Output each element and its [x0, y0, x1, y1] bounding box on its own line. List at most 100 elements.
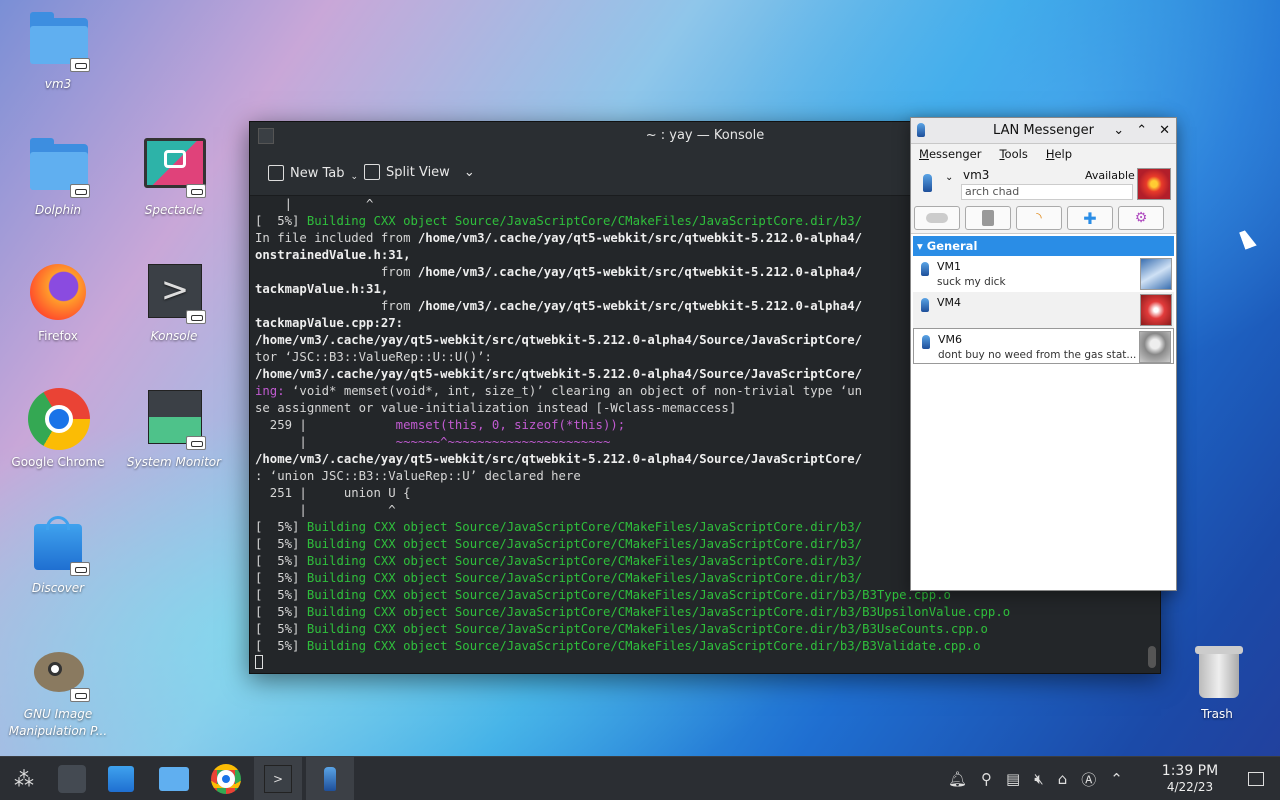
icon-label: vm3	[44, 77, 72, 91]
icon-label: Firefox	[38, 329, 78, 343]
terminal-line: [ 5%] Building CXX object Source/JavaScr…	[255, 622, 988, 636]
contact-status-icon	[921, 262, 929, 276]
scrollbar[interactable]	[1148, 646, 1156, 668]
desktop-icon-firefox[interactable]: Firefox	[3, 260, 113, 345]
icon-label: GNU Image Manipulation P...	[8, 707, 108, 738]
contact-name: VM1	[937, 260, 962, 273]
maximize-icon[interactable]: ⌃	[1136, 118, 1147, 144]
contact-row[interactable]: VM1 suck my dick	[913, 256, 1174, 292]
discover-task[interactable]	[97, 757, 145, 800]
desktop-icon-system-monitor[interactable]: System Monitor	[119, 386, 229, 471]
window-title: LAN Messenger	[993, 123, 1094, 138]
contact-row[interactable]: VM6 dont buy no weed from the gas stat..…	[913, 328, 1174, 364]
transfers-button[interactable]	[965, 206, 1011, 230]
terminal-icon: >	[264, 765, 292, 793]
rss-button[interactable]: ◝	[1016, 206, 1062, 230]
contact-avatar	[1140, 294, 1172, 326]
split-view-button[interactable]: Split View ⌄	[364, 164, 475, 180]
show-desktop-icon	[1248, 772, 1264, 786]
icon-label: Discover	[31, 581, 85, 595]
folder-icon	[159, 767, 189, 791]
terminal-line: [ 5%] Building CXX object Source/JavaScr…	[255, 605, 1011, 619]
icon-label: System Monitor	[126, 455, 222, 469]
icon-label: Spectacle	[144, 203, 204, 217]
desktop-icon-dolphin[interactable]: Dolphin	[3, 134, 113, 219]
chevron-down-icon[interactable]: ⌄	[945, 172, 953, 183]
user-status: Available	[1085, 169, 1135, 182]
folder-icon	[26, 8, 90, 72]
user-name: vm3	[963, 168, 990, 182]
system-tray: 🔔︎ ⚲ ▤ 🔇︎ ⌂ Ⓐ ⌃	[948, 757, 1123, 800]
desktop-icon-gimp[interactable]: GNU Image Manipulation P...	[3, 638, 113, 740]
konsole-app-icon	[258, 128, 274, 144]
chrome-icon	[211, 764, 241, 794]
user-avatar[interactable]	[1137, 168, 1171, 200]
lan-messenger-tray-icon[interactable]: ⚲	[981, 770, 992, 788]
camera-icon	[142, 134, 206, 198]
lan-messenger-task[interactable]	[306, 757, 354, 800]
split-view-icon	[364, 164, 380, 180]
system-monitor-icon	[142, 386, 206, 450]
add-user-button[interactable]: ✚	[1067, 206, 1113, 230]
clock-time: 1:39 PM	[1161, 763, 1219, 779]
konsole-task[interactable]: >	[254, 757, 302, 800]
lan-app-icon	[917, 123, 925, 137]
menu-messenger[interactable]: Messenger	[919, 144, 981, 164]
group-label: General	[926, 239, 978, 253]
show-desktop-button[interactable]	[1232, 757, 1280, 800]
dolphin-task[interactable]	[150, 757, 198, 800]
contact-row[interactable]: VM4	[913, 292, 1174, 328]
bell-icon[interactable]: 🔔︎	[948, 770, 967, 788]
terminal-line: [ 5%] Building CXX object Source/JavaScr…	[255, 639, 981, 653]
contact-avatar	[1140, 258, 1172, 290]
launcher-icon: ⁂	[14, 767, 34, 791]
gimp-icon	[26, 638, 90, 702]
chrome-icon	[26, 386, 90, 450]
system-settings-task[interactable]	[48, 757, 96, 800]
contact-message: suck my dick	[937, 276, 1006, 288]
split-view-label: Split View	[386, 164, 450, 180]
desktop-icon-discover[interactable]: Discover	[3, 512, 113, 597]
settings-button[interactable]: ⚙	[1118, 206, 1164, 230]
settings-sliders-icon	[58, 765, 86, 793]
user-panel: ⌄ vm3 Available arch chad	[911, 164, 1176, 204]
firefox-icon	[26, 260, 90, 324]
clock[interactable]: 1:39 PM 4/22/23	[1152, 763, 1228, 795]
lan-titlebar[interactable]: LAN Messenger ⌄ ⌃ ✕	[911, 118, 1176, 144]
dolphin-folder-icon	[26, 134, 90, 198]
contact-avatar	[1139, 331, 1171, 363]
user-note-input[interactable]: arch chad	[961, 184, 1133, 200]
keyboard-layout-icon[interactable]: Ⓐ	[1081, 769, 1096, 790]
menu-help[interactable]: Help	[1046, 144, 1072, 164]
desktop-icon-konsole[interactable]: > Konsole	[119, 260, 229, 345]
terminal-cursor	[255, 655, 1160, 672]
broadcast-button[interactable]	[914, 206, 960, 230]
new-tab-button[interactable]: New Tab ⌄	[268, 164, 358, 182]
app-launcher-button[interactable]: ⁂	[0, 757, 48, 800]
usb-icon[interactable]: ⌂	[1058, 770, 1068, 788]
lan-messenger-window[interactable]: LAN Messenger ⌄ ⌃ ✕ Messenger Tools Help…	[910, 117, 1177, 591]
clipboard-icon[interactable]: ▤	[1006, 770, 1020, 788]
volume-muted-icon[interactable]: 🔇︎	[1034, 770, 1043, 788]
close-icon[interactable]: ✕	[1159, 118, 1170, 144]
lan-menubar: Messenger Tools Help	[911, 144, 1176, 164]
desktop-icon-vm3[interactable]: vm3	[3, 8, 113, 93]
desktop-icon-chrome[interactable]: Google Chrome	[3, 386, 113, 471]
new-tab-label: New Tab	[290, 165, 345, 181]
minimize-icon[interactable]: ⌄	[1113, 118, 1124, 144]
contact-status-icon	[921, 298, 929, 312]
icon-label: Google Chrome	[11, 455, 105, 469]
chrome-task[interactable]	[202, 757, 250, 800]
icon-label: Trash	[1201, 707, 1233, 721]
chevron-up-icon[interactable]: ⌃	[1110, 770, 1123, 788]
desktop-icon-trash[interactable]: Trash	[1162, 638, 1272, 723]
desktop-icon-spectacle[interactable]: Spectacle	[119, 134, 229, 219]
menu-tools[interactable]: Tools	[999, 144, 1027, 164]
terminal-icon: >	[142, 260, 206, 324]
new-tab-icon	[268, 165, 284, 181]
user-status-icon[interactable]	[923, 174, 932, 192]
trash-icon	[1185, 638, 1249, 702]
contact-message: dont buy no weed from the gas stat...	[938, 349, 1137, 361]
window-title: ~ : yay — Konsole	[645, 128, 765, 143]
group-general[interactable]: ▾ General	[913, 236, 1174, 256]
